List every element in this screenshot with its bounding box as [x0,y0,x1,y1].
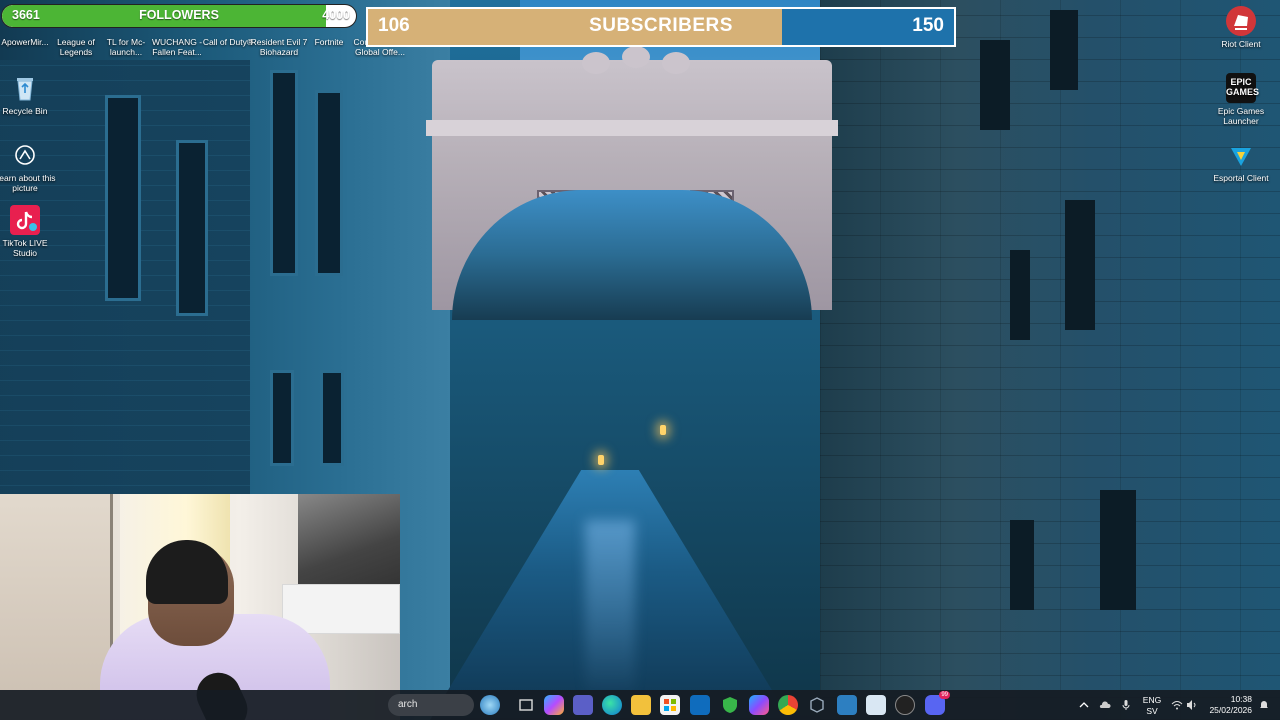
search-animation-icon[interactable] [480,695,500,715]
teams-icon[interactable] [573,695,593,715]
copilot-icon[interactable] [544,695,564,715]
followers-goal: 4000 [322,8,350,22]
clock[interactable]: 10:38 25/02/2026 [1204,690,1252,720]
recycle-bin-icon [10,73,40,103]
desktop-icon-learn-about-picture[interactable]: Learn about this picture [0,140,57,193]
wifi-icon[interactable] [1171,699,1183,711]
obs-icon[interactable] [895,695,915,715]
desktop-icon-riot-client[interactable]: Riot Client [1209,6,1273,49]
app-cube-icon[interactable] [807,695,827,715]
vpn-shield-icon[interactable] [720,695,740,715]
subscribers-label: SUBSCRIBERS [589,15,733,36]
epic-games-icon: EPIC GAMES [1226,73,1259,103]
search-text: arch [398,699,418,710]
language-indicator[interactable]: ENG SV [1140,690,1164,720]
subscribers-goal-bar: 106 SUBSCRIBERS 150 [366,7,956,47]
subscribers-goal: 150 [912,15,944,36]
wallpaper-bridge [426,46,838,320]
webcam-chair [0,494,113,720]
clock-date: 25/02/2026 [1209,705,1252,715]
file-explorer-icon[interactable] [631,695,651,715]
notification-icon[interactable] [1258,699,1270,711]
desktop-icon-recycle-bin[interactable]: Recycle Bin [0,73,57,116]
followers-label: FOLLOWERS [139,8,219,22]
keyboard-layout: SV [1146,706,1158,716]
desktop-icon-tiktok-live[interactable]: TikTok LIVE Studio [0,205,57,258]
edge-icon[interactable] [602,695,622,715]
riot-client-icon [1226,6,1256,36]
discord-icon[interactable]: 99 [925,691,950,715]
remote-desktop-icon[interactable] [866,695,886,715]
photos-icon[interactable] [837,695,857,715]
m365-icon[interactable] [749,695,769,715]
microphone-icon[interactable] [1120,699,1132,711]
language-code: ENG [1142,695,1162,705]
microsoft-store-icon[interactable] [660,695,680,715]
desktop-icon-epic-games[interactable]: EPIC GAMES Epic Games Launcher [1209,73,1273,126]
task-view-icon[interactable] [516,695,536,715]
outlook-icon[interactable] [690,695,710,715]
taskbar: arch 99 ENG SV 10:38 25/02/2026 [0,690,1280,720]
clock-time: 10:38 [1230,694,1252,704]
learn-picture-icon [10,140,40,170]
desktop-icon-esportal[interactable]: Esportal Client [1209,140,1273,183]
esportal-icon [1226,140,1256,170]
volume-icon[interactable] [1186,699,1198,711]
chrome-icon[interactable] [778,695,798,715]
discord-badge: 99 [939,691,950,699]
chevron-up-icon[interactable] [1078,699,1090,711]
onedrive-icon[interactable] [1099,699,1111,711]
tiktok-live-icon [10,205,40,235]
followers-goal-bar: 3661 FOLLOWERS 4000 [2,5,356,27]
webcam-tv [298,494,400,589]
webcam-feed [0,494,400,720]
taskbar-search-box[interactable]: arch [388,694,474,716]
